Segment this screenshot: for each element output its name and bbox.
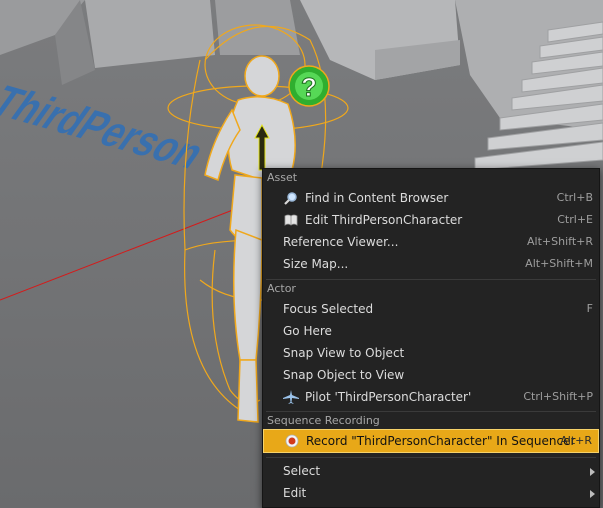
menu-item-edit[interactable]: Edit xyxy=(263,482,599,504)
help-icon: ? xyxy=(288,65,330,107)
record-icon xyxy=(284,434,300,448)
menu-item-reference-viewer[interactable]: Reference Viewer... Alt+Shift+R xyxy=(263,231,599,253)
menu-item-size-map[interactable]: Size Map... Alt+Shift+M xyxy=(263,253,599,275)
book-icon xyxy=(283,213,299,227)
menu-item-go-here[interactable]: Go Here xyxy=(263,320,599,342)
menu-item-snap-object-to-view[interactable]: Snap Object to View xyxy=(263,364,599,386)
airplane-icon xyxy=(283,390,299,404)
submenu-arrow-icon xyxy=(590,490,595,498)
section-actor: Actor xyxy=(267,282,296,295)
section-sequence-recording: Sequence Recording xyxy=(267,414,380,427)
menu-separator xyxy=(266,457,596,458)
menu-item-edit-thirdpersoncharacter[interactable]: Edit ThirdPersonCharacter Ctrl+E xyxy=(263,209,599,231)
svg-text:?: ? xyxy=(301,72,317,102)
submenu-arrow-icon xyxy=(590,468,595,476)
menu-item-focus-selected[interactable]: Focus Selected F xyxy=(263,298,599,320)
menu-item-pilot[interactable]: Pilot 'ThirdPersonCharacter' Ctrl+Shift+… xyxy=(263,386,599,408)
menu-item-record-in-sequencer[interactable]: Record "ThirdPersonCharacter" In Sequenc… xyxy=(263,429,599,453)
section-asset: Asset xyxy=(267,171,298,184)
menu-item-find-in-content-browser[interactable]: Find in Content Browser Ctrl+B xyxy=(263,187,599,209)
menu-item-snap-view-to-object[interactable]: Snap View to Object xyxy=(263,342,599,364)
magnifier-icon xyxy=(283,191,299,205)
context-menu: Asset Find in Content Browser Ctrl+B Edi… xyxy=(262,168,600,508)
menu-item-select[interactable]: Select xyxy=(263,460,599,482)
